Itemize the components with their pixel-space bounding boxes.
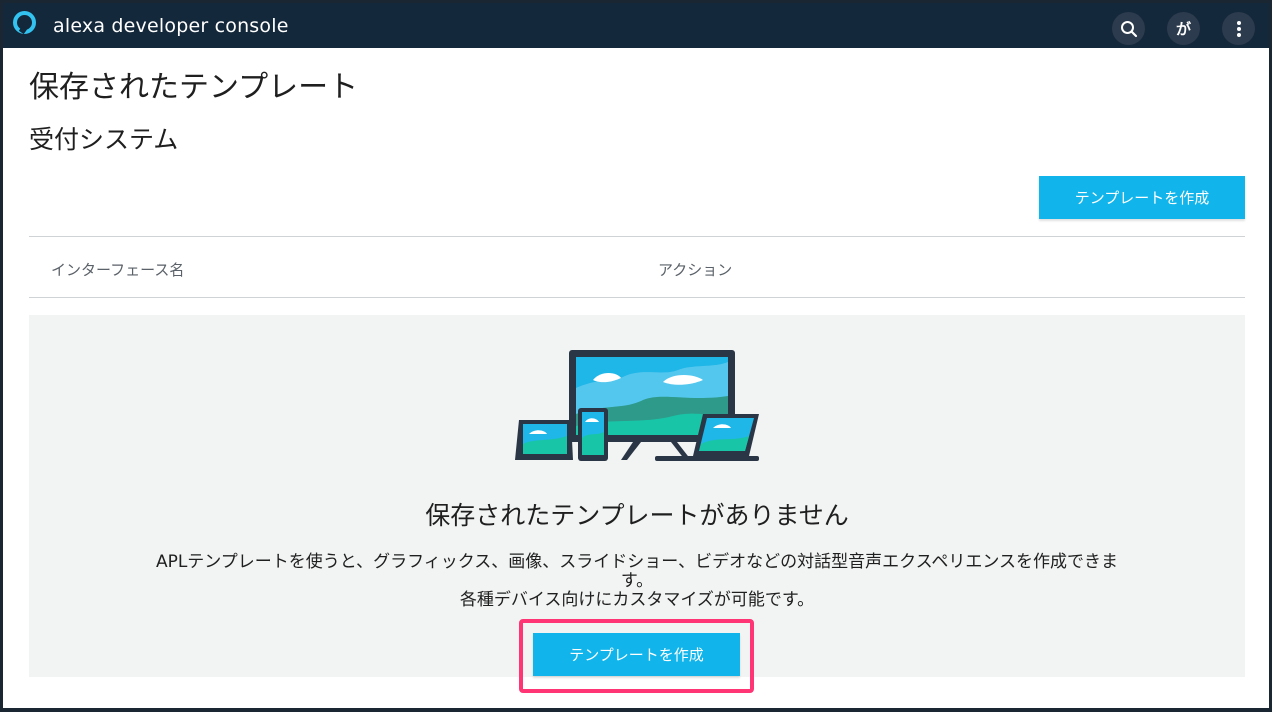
create-template-button-main[interactable]: テンプレートを作成 (533, 633, 740, 676)
alexa-logo-icon[interactable] (13, 11, 36, 34)
brand-name[interactable]: alexa developer console (53, 15, 289, 37)
main-content: 保存されたテンプレート 受付システム テンプレートを作成 インターフェース名 ア… (3, 48, 1269, 708)
empty-state-title: 保存されたテンプレートがありません (425, 501, 849, 530)
search-button[interactable] (1112, 12, 1145, 45)
column-header-action: アクション (658, 261, 733, 279)
more-menu-button[interactable] (1222, 12, 1255, 45)
search-icon (1120, 20, 1137, 37)
empty-state-panel: 保存されたテンプレートがありません APLテンプレートを使うと、グラフィックス、… (29, 315, 1245, 693)
app-frame: alexa developer console が 保存されたテンプレート 受付… (0, 0, 1272, 712)
empty-state-description: APLテンプレートを使うと、グラフィックス、画像、スライドショー、ビデオなどの対… (69, 553, 1205, 610)
table-top-divider (29, 236, 1245, 237)
page-title: 保存されたテンプレート (29, 70, 359, 105)
more-vertical-icon (1236, 20, 1241, 37)
empty-state-description-line-1: APLテンプレートを使うと、グラフィックス、画像、スライドショー、ビデオなどの対… (155, 552, 1119, 572)
skill-name: 受付システム (29, 125, 179, 154)
column-header-interface-name: インターフェース名 (51, 261, 185, 279)
create-template-button-top[interactable]: テンプレートを作成 (1039, 176, 1245, 219)
table-header-divider (29, 297, 1245, 298)
top-navigation-bar: alexa developer console が (3, 3, 1269, 48)
language-button[interactable]: が (1167, 12, 1200, 45)
empty-state-description-line-2: す。 (620, 571, 654, 591)
empty-state-description-line-3: 各種デバイス向けにカスタマイズが可能です。 (459, 590, 815, 610)
devices-illustration-icon (515, 350, 759, 461)
